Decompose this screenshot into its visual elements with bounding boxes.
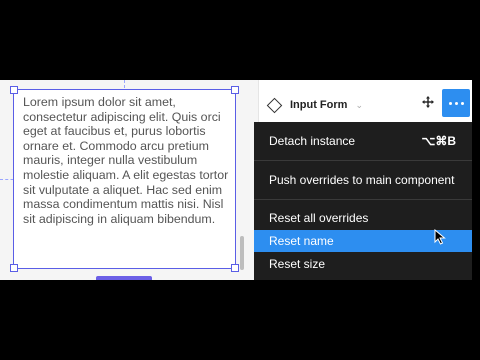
resize-handle-bottom-right[interactable] xyxy=(231,264,239,272)
menu-item-detach-instance[interactable]: Detach instance ⌥⌘B xyxy=(254,130,472,152)
menu-item-reset-size[interactable]: Reset size xyxy=(254,253,472,275)
move-icon[interactable] xyxy=(421,95,435,109)
selected-text-box[interactable]: Lorem ipsum dolor sit amet, consectetur … xyxy=(10,86,239,272)
more-options-button[interactable] xyxy=(442,89,470,117)
menu-divider xyxy=(254,199,472,200)
scrollbar[interactable] xyxy=(240,236,244,270)
menu-item-label: Detach instance xyxy=(269,134,356,148)
keyboard-shortcut: ⌥⌘B xyxy=(421,134,457,148)
resize-handle-top-right[interactable] xyxy=(231,86,239,94)
resize-handle-bottom-left[interactable] xyxy=(10,264,18,272)
component-instance-icon xyxy=(266,97,283,113)
resize-handle-top-left[interactable] xyxy=(10,86,18,94)
component-selector[interactable]: Input Form ⌄ xyxy=(266,97,363,113)
menu-item-label: Push overrides to main component xyxy=(269,173,455,187)
mouse-cursor-icon xyxy=(434,229,446,245)
chevron-down-icon: ⌄ xyxy=(355,99,363,110)
vertical-guide xyxy=(124,80,125,88)
menu-item-reset-all-overrides[interactable]: Reset all overrides xyxy=(254,207,472,229)
menu-item-push-overrides[interactable]: Push overrides to main component xyxy=(254,169,472,191)
component-name: Input Form xyxy=(290,99,348,111)
design-canvas[interactable]: Lorem ipsum dolor sit amet, consectetur … xyxy=(0,80,258,280)
menu-item-label: Reset name xyxy=(269,234,334,248)
menu-divider xyxy=(254,160,472,161)
menu-item-label: Reset all overrides xyxy=(269,211,369,225)
frame-indicator xyxy=(96,276,152,280)
context-menu: Detach instance ⌥⌘B Push overrides to ma… xyxy=(254,122,472,280)
menu-item-label: Reset size xyxy=(269,257,326,271)
text-content[interactable]: Lorem ipsum dolor sit amet, consectetur … xyxy=(23,95,233,226)
more-options-icon xyxy=(448,101,452,105)
